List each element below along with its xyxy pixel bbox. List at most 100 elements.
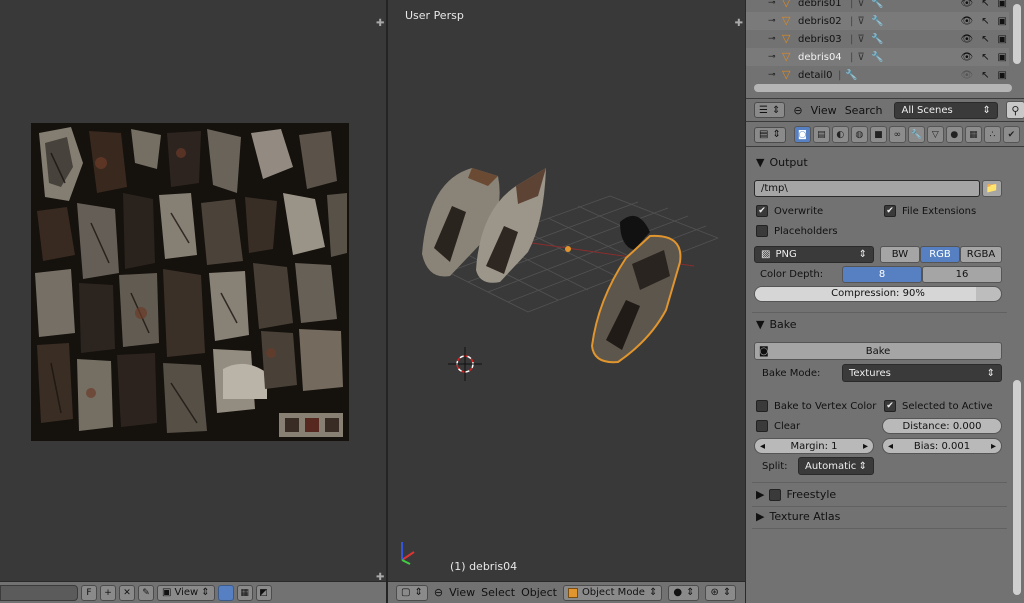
3d-viewport[interactable]: ✚ ✚ ✚ User Persp (1) debris04 ▢ ⇕ ⊖ View…	[376, 0, 745, 603]
freestyle-panel-header[interactable]: ▶ Freestyle	[756, 488, 836, 501]
compression-slider[interactable]: Compression: 90%	[754, 286, 1002, 302]
outliner-hscrollbar[interactable]	[754, 84, 1012, 92]
render-layers-icon[interactable]: ▤	[812, 126, 830, 143]
outliner-row[interactable]: ⊸ ▽ detail0 | 🔧 👁 ↖ ▣	[746, 66, 1009, 84]
margin-field[interactable]: ◂ Margin: 1 ▸	[754, 438, 874, 454]
select-menu[interactable]: Select	[481, 586, 515, 599]
placeholders-checkbox[interactable]	[756, 225, 768, 237]
modifier-wrench-icon[interactable]: 🔧	[871, 0, 883, 9]
unlink-image-icon[interactable]: ✕	[119, 584, 135, 601]
fake-user-button[interactable]: F	[81, 584, 97, 601]
view-menu[interactable]: View	[449, 586, 475, 599]
particles-icon[interactable]: ∴	[983, 126, 1001, 143]
freestyle-checkbox[interactable]	[769, 488, 782, 501]
object-name[interactable]: debris04	[798, 52, 846, 63]
editor-type-button[interactable]: ▢ ⇕	[396, 584, 428, 601]
render-camera-icon[interactable]: ▣	[998, 0, 1007, 9]
collapse-menu-icon[interactable]: ⊖	[434, 586, 443, 599]
collapse-menu-icon[interactable]: ⊖	[793, 104, 802, 117]
decrement-icon[interactable]: ◂	[888, 441, 893, 452]
bake-button[interactable]: ◙ Bake	[754, 342, 1002, 360]
color-depth-8-button[interactable]: 8	[842, 266, 922, 283]
render-camera-icon[interactable]: ◙	[793, 126, 811, 143]
texture-atlas-panel-header[interactable]: ▶ Texture Atlas	[756, 510, 840, 523]
scene-icon[interactable]: ◐	[831, 126, 849, 143]
editor-type-button[interactable]: ☰ ⇕	[754, 102, 786, 118]
physics-icon[interactable]: ✔	[1002, 126, 1020, 143]
render-camera-icon[interactable]: ▣	[998, 52, 1007, 63]
expand-icon[interactable]: ⊸	[768, 0, 782, 8]
file-format-select[interactable]: ▨ PNG ⇕	[754, 246, 874, 263]
eye-icon[interactable]: 👁	[960, 70, 973, 81]
view-menu[interactable]: ▣ View ⇕	[157, 584, 215, 601]
properties-scrollbar[interactable]	[1013, 380, 1021, 595]
outliner-row[interactable]: ⊸ ▽ debris03 | ⊽ 🔧 👁 ↖ ▣	[746, 30, 1009, 48]
clear-checkbox[interactable]	[756, 420, 768, 432]
outliner-row[interactable]: ⊸ ▽ debris01 | ⊽ 🔧 👁 ↖ ▣	[746, 0, 1009, 12]
3d-cursor-icon[interactable]	[448, 347, 482, 381]
area-split-icon[interactable]: ✚	[376, 18, 384, 29]
search-menu[interactable]: Search	[845, 104, 883, 117]
mode-selector[interactable]: Object Mode ⇕	[562, 584, 663, 601]
eye-icon[interactable]: 👁	[960, 34, 973, 45]
color-mode-rgb-button[interactable]: RGB	[920, 246, 960, 263]
scene-view[interactable]	[388, 0, 745, 581]
view-menu[interactable]: View	[811, 104, 837, 117]
modifier-wrench-icon[interactable]: 🔧	[871, 34, 883, 45]
texture-icon[interactable]: ▦	[964, 126, 982, 143]
image-editor[interactable]: F + ✕ ✎ ▣ View ⇕ ▦ ◩	[0, 0, 386, 603]
eye-icon[interactable]: 👁	[960, 0, 973, 9]
material-icon[interactable]: ●	[945, 126, 963, 143]
cursor-select-icon[interactable]: ↖	[981, 0, 989, 9]
modifier-wrench-icon[interactable]: 🔧	[871, 16, 883, 27]
expand-icon[interactable]: ⊸	[768, 52, 782, 62]
properties-editor[interactable]: ▼ Output /tmp\ 📁 ✔ Overwrite ✔ File Exte…	[746, 148, 1024, 603]
search-icon[interactable]: ⚲	[1005, 101, 1024, 119]
outliner-row-selected[interactable]: ⊸ ▽ debris04 | ⊽ 🔧 👁 ↖ ▣	[746, 48, 1009, 66]
pivot-selector[interactable]: ⊛ ⇕	[705, 584, 737, 601]
modifiers-icon[interactable]: 🔧	[907, 126, 925, 143]
output-path-field[interactable]: /tmp\	[754, 180, 980, 197]
shading-selector[interactable]: ● ⇕	[668, 584, 700, 601]
file-extensions-checkbox[interactable]: ✔	[884, 205, 896, 217]
color-mode-rgba-button[interactable]: RGBA	[960, 246, 1002, 263]
cursor-select-icon[interactable]: ↖	[981, 70, 989, 81]
cursor-select-icon[interactable]: ↖	[981, 16, 989, 27]
modifier-wrench-icon[interactable]: 🔧	[845, 70, 857, 81]
checker-icon[interactable]: ▦	[236, 584, 253, 601]
expand-icon[interactable]: ⊸	[768, 34, 782, 44]
constraints-icon[interactable]: ∞	[888, 126, 906, 143]
object-name[interactable]: debris02	[798, 16, 846, 27]
bake-panel-header[interactable]: ▼ Bake	[756, 318, 797, 331]
bake-mode-select[interactable]: Textures ⇕	[842, 364, 1002, 382]
color-mode-bw-button[interactable]: BW	[880, 246, 920, 263]
eye-icon[interactable]: 👁	[960, 16, 973, 27]
expand-icon[interactable]: ⊸	[768, 70, 782, 80]
uv-sync-icon[interactable]: ◩	[255, 584, 272, 601]
debris-object-selected[interactable]	[590, 234, 682, 364]
expand-icon[interactable]: ⊸	[768, 16, 782, 26]
distance-field[interactable]: Distance: 0.000	[882, 418, 1002, 434]
area-split-icon[interactable]: ✚	[376, 572, 384, 583]
output-panel-header[interactable]: ▼ Output	[756, 156, 808, 169]
cursor-select-icon[interactable]: ↖	[981, 34, 989, 45]
folder-icon[interactable]: 📁	[982, 180, 1002, 197]
cursor-select-icon[interactable]: ↖	[981, 52, 989, 63]
world-icon[interactable]: ◍	[850, 126, 868, 143]
outliner[interactable]: ⊸ ▽ debris01 | ⊽ 🔧 👁 ↖ ▣ ⊸ ▽ debris02 | ⊽ …	[746, 0, 1024, 98]
modifier-wrench-icon[interactable]: 🔧	[871, 52, 883, 63]
editor-type-button[interactable]: ▤ ⇕	[754, 126, 786, 143]
object-name[interactable]: debris01	[798, 0, 846, 9]
render-camera-icon[interactable]: ▣	[998, 70, 1007, 81]
color-depth-16-button[interactable]: 16	[922, 266, 1002, 283]
render-camera-icon[interactable]: ▣	[998, 16, 1007, 27]
image-name-field[interactable]	[0, 584, 78, 601]
object-menu[interactable]: Object	[521, 586, 557, 599]
object-name[interactable]: debris03	[798, 34, 846, 45]
eye-icon[interactable]: 👁	[960, 52, 973, 63]
outliner-scrollbar[interactable]	[1013, 4, 1021, 64]
render-camera-icon[interactable]: ▣	[998, 34, 1007, 45]
uv-display-icon[interactable]	[217, 584, 234, 601]
selected-to-active-checkbox[interactable]: ✔	[884, 400, 896, 412]
bias-field[interactable]: ◂ Bias: 0.001 ▸	[882, 438, 1002, 454]
